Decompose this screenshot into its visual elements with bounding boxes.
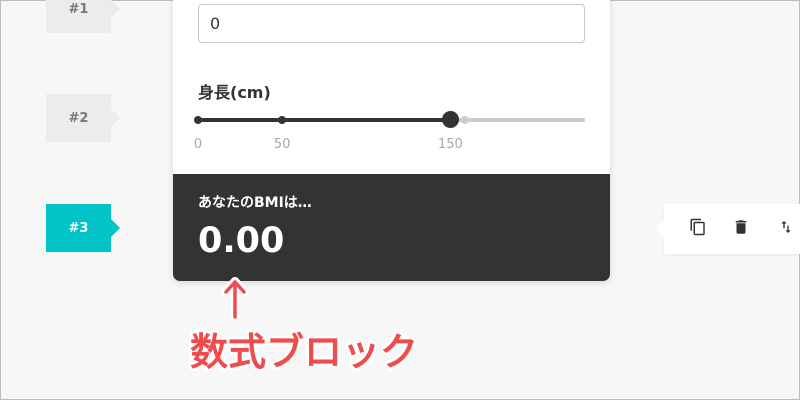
slider-track-fill bbox=[198, 118, 451, 122]
step-marker-1[interactable]: #1 bbox=[46, 0, 120, 33]
height-label: 身長(cm) bbox=[198, 83, 271, 102]
block-toolbar bbox=[655, 204, 800, 254]
number-input[interactable] bbox=[198, 4, 585, 43]
reorder-button[interactable] bbox=[775, 218, 797, 240]
slider-tick-label-150: 150 bbox=[437, 137, 463, 152]
height-slider[interactable] bbox=[194, 108, 585, 132]
step-marker-label: #1 bbox=[68, 1, 89, 17]
copy-icon bbox=[689, 218, 707, 240]
bmi-result-value: 0.00 bbox=[198, 221, 285, 261]
step-marker-label: #2 bbox=[68, 110, 89, 126]
copy-button[interactable] bbox=[687, 218, 709, 240]
slider-thumb[interactable] bbox=[442, 111, 460, 128]
swap-vertical-icon bbox=[778, 219, 794, 239]
slider-tick-label-50: 50 bbox=[273, 137, 291, 152]
slider-tick-max bbox=[461, 116, 470, 124]
bmi-result-block: あなたのBMIは… 0.00 bbox=[173, 174, 610, 281]
delete-button[interactable] bbox=[730, 218, 752, 240]
trash-icon bbox=[732, 218, 750, 240]
slider-tick-50 bbox=[278, 116, 287, 124]
annotation-arrow-icon bbox=[221, 277, 249, 321]
bmi-result-label: あなたのBMIは… bbox=[198, 195, 312, 211]
form-card: 身長(cm) 0 50 150 あなたのBMIは… 0.00 bbox=[173, 0, 610, 281]
step-marker-label: #3 bbox=[68, 220, 89, 236]
slider-tick-label-0: 0 bbox=[193, 137, 203, 152]
step-marker-3-active[interactable]: #3 bbox=[46, 204, 120, 252]
slider-tick-0 bbox=[194, 116, 202, 124]
annotation-label: 数式ブロック bbox=[190, 330, 419, 374]
step-marker-2[interactable]: #2 bbox=[46, 94, 120, 142]
